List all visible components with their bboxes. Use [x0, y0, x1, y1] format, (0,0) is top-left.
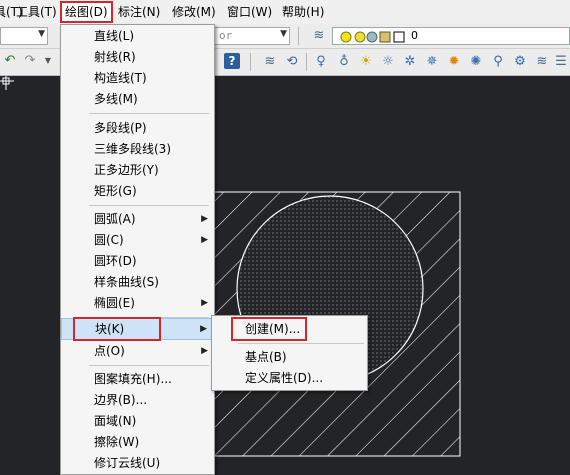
menu-item-boundary[interactable]: 边界(B)... — [61, 390, 214, 410]
menu-separator — [238, 343, 364, 344]
toolbar-separator — [306, 53, 307, 71]
ucs-icon — [0, 76, 14, 90]
menu-item-wipeout[interactable]: 擦除(W) — [61, 432, 214, 452]
menu-item-circle[interactable]: 圆(C) ▶ — [61, 230, 214, 250]
menu-item-3dpoly[interactable]: 三维多段线(3) — [61, 139, 214, 159]
highlight-box-block — [73, 317, 161, 341]
textstyle-combo[interactable]: ▼ — [0, 27, 48, 45]
settings-gear-icon[interactable]: ✵ — [424, 54, 440, 70]
layers-icon[interactable]: ≋ — [534, 54, 550, 70]
menu-bar: 具(T) 工具(T) 绘图(D) 标注(N) 修改(M) 窗口(W) 帮助(H) — [0, 0, 570, 25]
menu-item-arc[interactable]: 圆弧(A) ▶ — [61, 209, 214, 229]
toolbar-separator — [298, 27, 299, 45]
gear-icon[interactable]: ✲ — [402, 54, 418, 70]
menu-modify[interactable]: 修改(M) — [172, 4, 216, 20]
help-icon[interactable]: ? — [224, 53, 240, 69]
layer-combo[interactable]: 0 — [332, 27, 570, 45]
stack-icon[interactable]: ☰ — [553, 54, 569, 70]
redo-arrow-icon[interactable]: ↷ — [22, 53, 38, 69]
bulb-on-icon[interactable]: ☀ — [358, 54, 374, 70]
submenu-arrow-icon: ▶ — [201, 346, 208, 356]
menu-help[interactable]: 帮助(H) — [282, 4, 324, 20]
menu-item-ray[interactable]: 射线(R) — [61, 47, 214, 67]
layer-name: 0 — [411, 29, 418, 42]
submenu-arrow-icon: ▶ — [201, 298, 208, 308]
render-settings-icon[interactable]: ⚙ — [512, 54, 528, 70]
menu-item-ellipse[interactable]: 椭圆(E) ▶ — [61, 293, 214, 313]
render-icon[interactable]: ☼ — [380, 54, 396, 70]
menu-separator — [89, 113, 209, 114]
dimstyle-combo[interactable]: or ▼ — [212, 27, 290, 45]
light-bulb-icon[interactable]: ♀ — [313, 54, 329, 70]
highlight-box-create — [231, 317, 307, 341]
menu-window[interactable]: 窗口(W) — [227, 4, 272, 20]
menu-draw[interactable]: 绘图(D) — [60, 1, 113, 23]
spotlight-icon[interactable]: ♁ — [336, 54, 352, 70]
draw-menu: 直线(L) 射线(R) 构造线(T) 多线(M) 多段线(P) 三维多段线(3)… — [60, 24, 215, 475]
layer-stack-icon[interactable]: ≋ — [262, 54, 278, 70]
chevron-down-icon[interactable]: ▼ — [40, 53, 56, 69]
chevron-down-icon: ▼ — [38, 29, 45, 39]
chevron-down-icon: ▼ — [280, 29, 287, 39]
menu-item-xline[interactable]: 构造线(T) — [61, 68, 214, 88]
menu-separator — [89, 205, 209, 206]
material-icon[interactable]: ✺ — [468, 54, 484, 70]
submenu-arrow-icon: ▶ — [200, 324, 207, 334]
menu-item-spline[interactable]: 样条曲线(S) — [61, 272, 214, 292]
submenu-item-define-attribute[interactable]: 定义属性(D)... — [212, 368, 367, 388]
map-icon[interactable]: ⚲ — [490, 54, 506, 70]
menu-item-region[interactable]: 面域(N) — [61, 411, 214, 431]
dimstyle-combo-text: or — [219, 29, 233, 42]
menu-separator — [89, 365, 209, 366]
menu-item-mline[interactable]: 多线(M) — [61, 89, 214, 109]
menu-item-line[interactable]: 直线(L) — [61, 26, 214, 46]
submenu-item-base-point[interactable]: 基点(B) — [212, 347, 367, 367]
submenu-arrow-icon: ▶ — [201, 235, 208, 245]
menu-item-hatch[interactable]: 图案填充(H)... — [61, 369, 214, 389]
layer-manager-icon[interactable]: ≋ — [311, 28, 327, 44]
menu-item-point[interactable]: 点(O) ▶ — [61, 341, 214, 361]
undo-arrow-icon[interactable]: ↶ — [2, 53, 18, 69]
submenu-arrow-icon: ▶ — [201, 214, 208, 224]
menu-tools[interactable]: 工具(T) — [16, 4, 57, 20]
block-submenu: 创建(M)... 基点(B) 定义属性(D)... — [211, 315, 368, 391]
menu-item-polygon[interactable]: 正多边形(Y) — [61, 160, 214, 180]
menu-item-polyline[interactable]: 多段线(P) — [61, 118, 214, 138]
toolbar-separator — [250, 53, 251, 71]
menu-dimension[interactable]: 标注(N) — [118, 4, 160, 20]
sun-icon[interactable]: ✹ — [446, 54, 462, 70]
menu-item-rectangle[interactable]: 矩形(G) — [61, 181, 214, 201]
menu-item-revcloud[interactable]: 修订云线(U) — [61, 453, 214, 473]
menu-item-donut[interactable]: 圆环(D) — [61, 251, 214, 271]
layer-previous-icon[interactable]: ⟲ — [284, 54, 300, 70]
